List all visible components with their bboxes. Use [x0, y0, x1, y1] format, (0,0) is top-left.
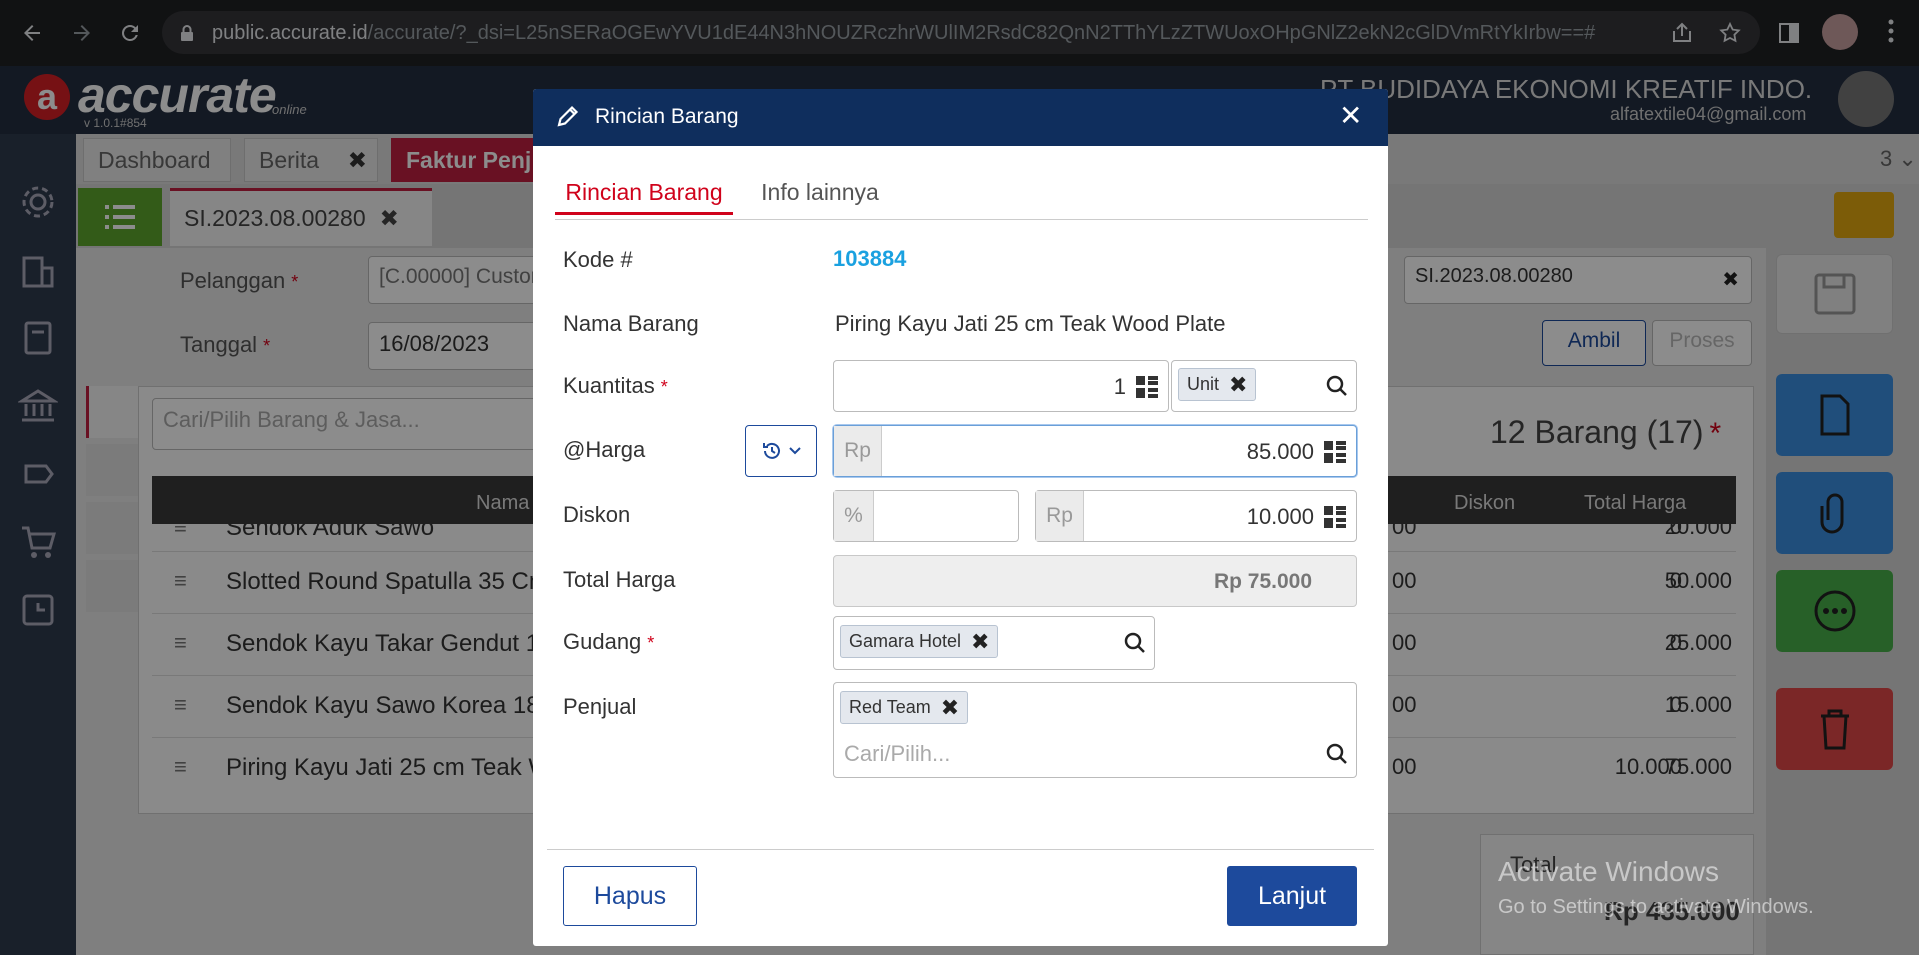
diskon-label: Diskon [563, 502, 631, 527]
nama-barang-label: Nama Barang [563, 311, 699, 336]
gudang-tag-label: Gamara Hotel [849, 631, 962, 651]
kuantitas-label: Kuantitas * [563, 373, 668, 398]
gudang-label: Gudang * [563, 629, 655, 654]
calculator-icon[interactable] [1324, 506, 1346, 528]
dialog-header: Rincian Barang ✕ [533, 89, 1388, 146]
harga-value: 85.000 [1246, 439, 1314, 464]
nama-barang-value: Piring Kayu Jati 25 cm Teak Wood Plate [835, 311, 1226, 336]
pencil-edit-icon [555, 103, 581, 129]
gudang-tag: Gamara Hotel ✖ [840, 625, 999, 658]
remove-unit-icon[interactable]: ✖ [1229, 373, 1247, 395]
search-icon[interactable] [1326, 743, 1348, 765]
unit-tag: Unit ✖ [1178, 368, 1257, 401]
penjual-tag-label: Red Team [849, 697, 931, 717]
footer-divider [547, 849, 1374, 850]
diskon-rp-prefix: Rp [1036, 491, 1084, 541]
unit-tag-label: Unit [1187, 374, 1220, 394]
dialog-title: Rincian Barang [595, 105, 739, 128]
tabs-divider [555, 219, 1368, 220]
hapus-button[interactable]: Hapus [563, 866, 697, 926]
penjual-label: Penjual [563, 694, 637, 719]
close-dialog-icon[interactable]: ✕ [1339, 101, 1362, 131]
unit-select[interactable]: Unit ✖ [1171, 360, 1357, 412]
lanjut-button[interactable]: Lanjut [1227, 866, 1357, 926]
harga-label: @Harga [563, 437, 646, 462]
calculator-icon[interactable] [1324, 441, 1346, 463]
activate-windows-subtitle: Go to Settings to activate Windows. [1498, 896, 1814, 918]
penjual-search-placeholder[interactable]: Cari/Pilih... [844, 741, 950, 767]
remove-penjual-icon[interactable]: ✖ [941, 696, 959, 718]
kuantitas-input[interactable]: 1 [833, 360, 1169, 412]
search-icon[interactable] [1124, 632, 1146, 654]
total-harga-field: Rp 75.000 [833, 555, 1357, 607]
activate-windows-title: Activate Windows [1498, 856, 1719, 887]
history-icon [763, 442, 780, 459]
chevron-down-icon [789, 447, 801, 455]
diskon-rp-value: 10.000 [1246, 504, 1314, 529]
search-icon[interactable] [1326, 375, 1348, 397]
penjual-select[interactable]: Red Team ✖ Cari/Pilih... [833, 682, 1357, 778]
tab-rincian-barang[interactable]: Rincian Barang [555, 177, 733, 215]
total-harga-value: Rp 75.000 [1213, 570, 1312, 593]
harga-prefix: Rp [834, 426, 882, 476]
kuantitas-value: 1 [1113, 374, 1126, 399]
harga-input[interactable]: Rp 85.000 [833, 425, 1357, 477]
remove-gudang-icon[interactable]: ✖ [971, 630, 989, 652]
kode-value[interactable]: 103884 [833, 246, 906, 272]
diskon-rp-input[interactable]: Rp 10.000 [1035, 490, 1357, 542]
diskon-persen-input[interactable]: % [833, 490, 1019, 542]
gudang-select[interactable]: Gamara Hotel ✖ [833, 616, 1155, 670]
price-history-button[interactable] [745, 425, 817, 477]
total-harga-label: Total Harga [563, 567, 676, 592]
penjual-tag: Red Team ✖ [840, 691, 969, 724]
calculator-icon[interactable] [1136, 376, 1158, 398]
diskon-persen-prefix: % [834, 491, 874, 541]
rincian-barang-dialog: Rincian Barang ✕ Rincian Barang Info lai… [533, 89, 1388, 946]
tab-info-lainnya[interactable]: Info lainnya [745, 177, 895, 215]
kode-label: Kode # [563, 247, 633, 272]
